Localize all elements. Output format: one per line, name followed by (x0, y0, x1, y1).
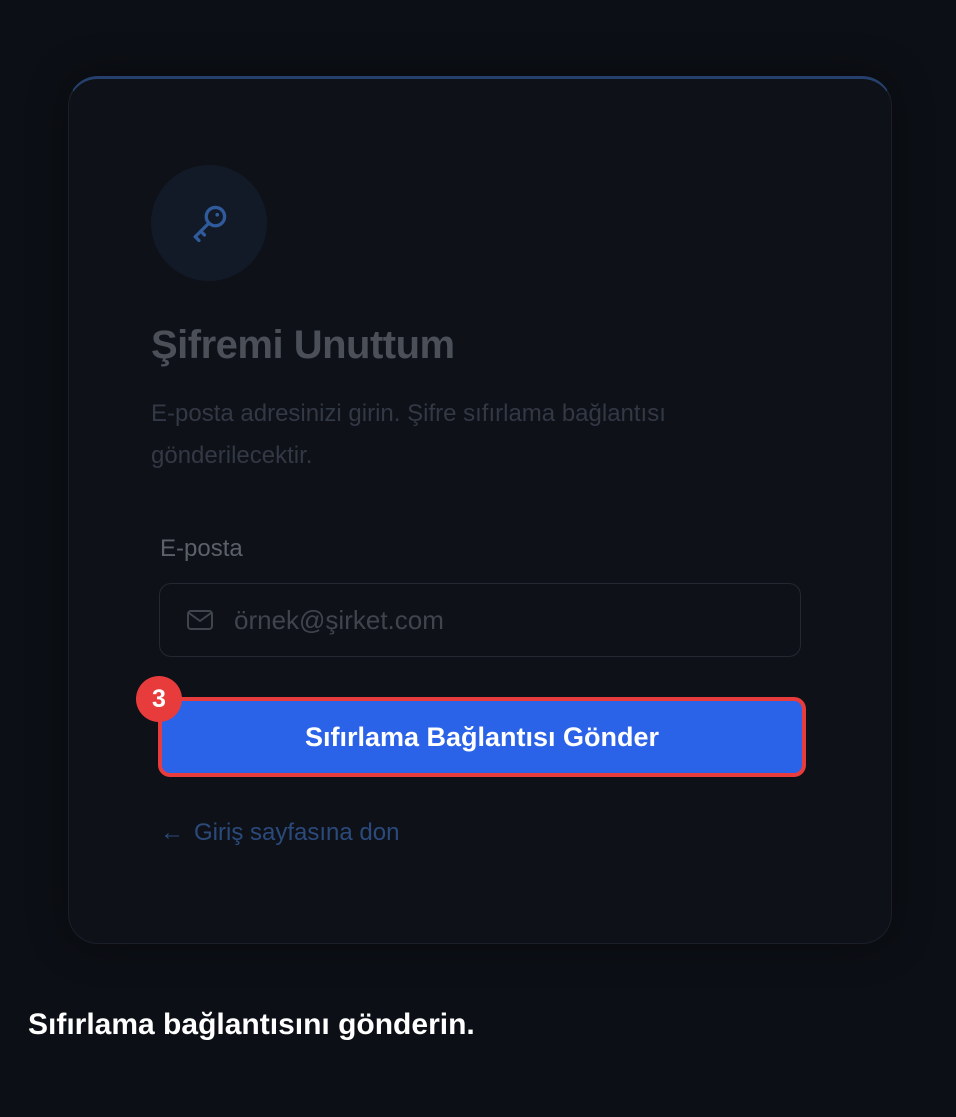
back-to-login-link[interactable]: ← Giriş sayfasına don (160, 819, 399, 847)
email-field-container[interactable] (159, 583, 801, 657)
arrow-left-icon: ← (160, 819, 184, 846)
email-label: E-posta (160, 535, 243, 562)
email-input[interactable] (232, 603, 776, 637)
step-number-badge: 3 (136, 676, 182, 722)
mail-icon (186, 608, 216, 632)
key-icon (193, 205, 227, 243)
back-to-login-label: Giriş sayfasına don (194, 819, 400, 846)
instruction-caption: Sıfırlama bağlantısını gönderin. (28, 1008, 475, 1041)
page-title: Şifremi Unuttum (151, 323, 455, 367)
send-reset-link-button[interactable]: Sıfırlama Bağlantısı Gönder (158, 697, 806, 777)
page: Şifremi Unuttum E-posta adresinizi girin… (0, 0, 956, 1117)
page-subtitle: E-posta adresinizi girin. Şifre sıfırlam… (151, 400, 666, 469)
forgot-password-card: Şifremi Unuttum E-posta adresinizi girin… (68, 76, 892, 944)
key-icon-badge (151, 165, 267, 281)
